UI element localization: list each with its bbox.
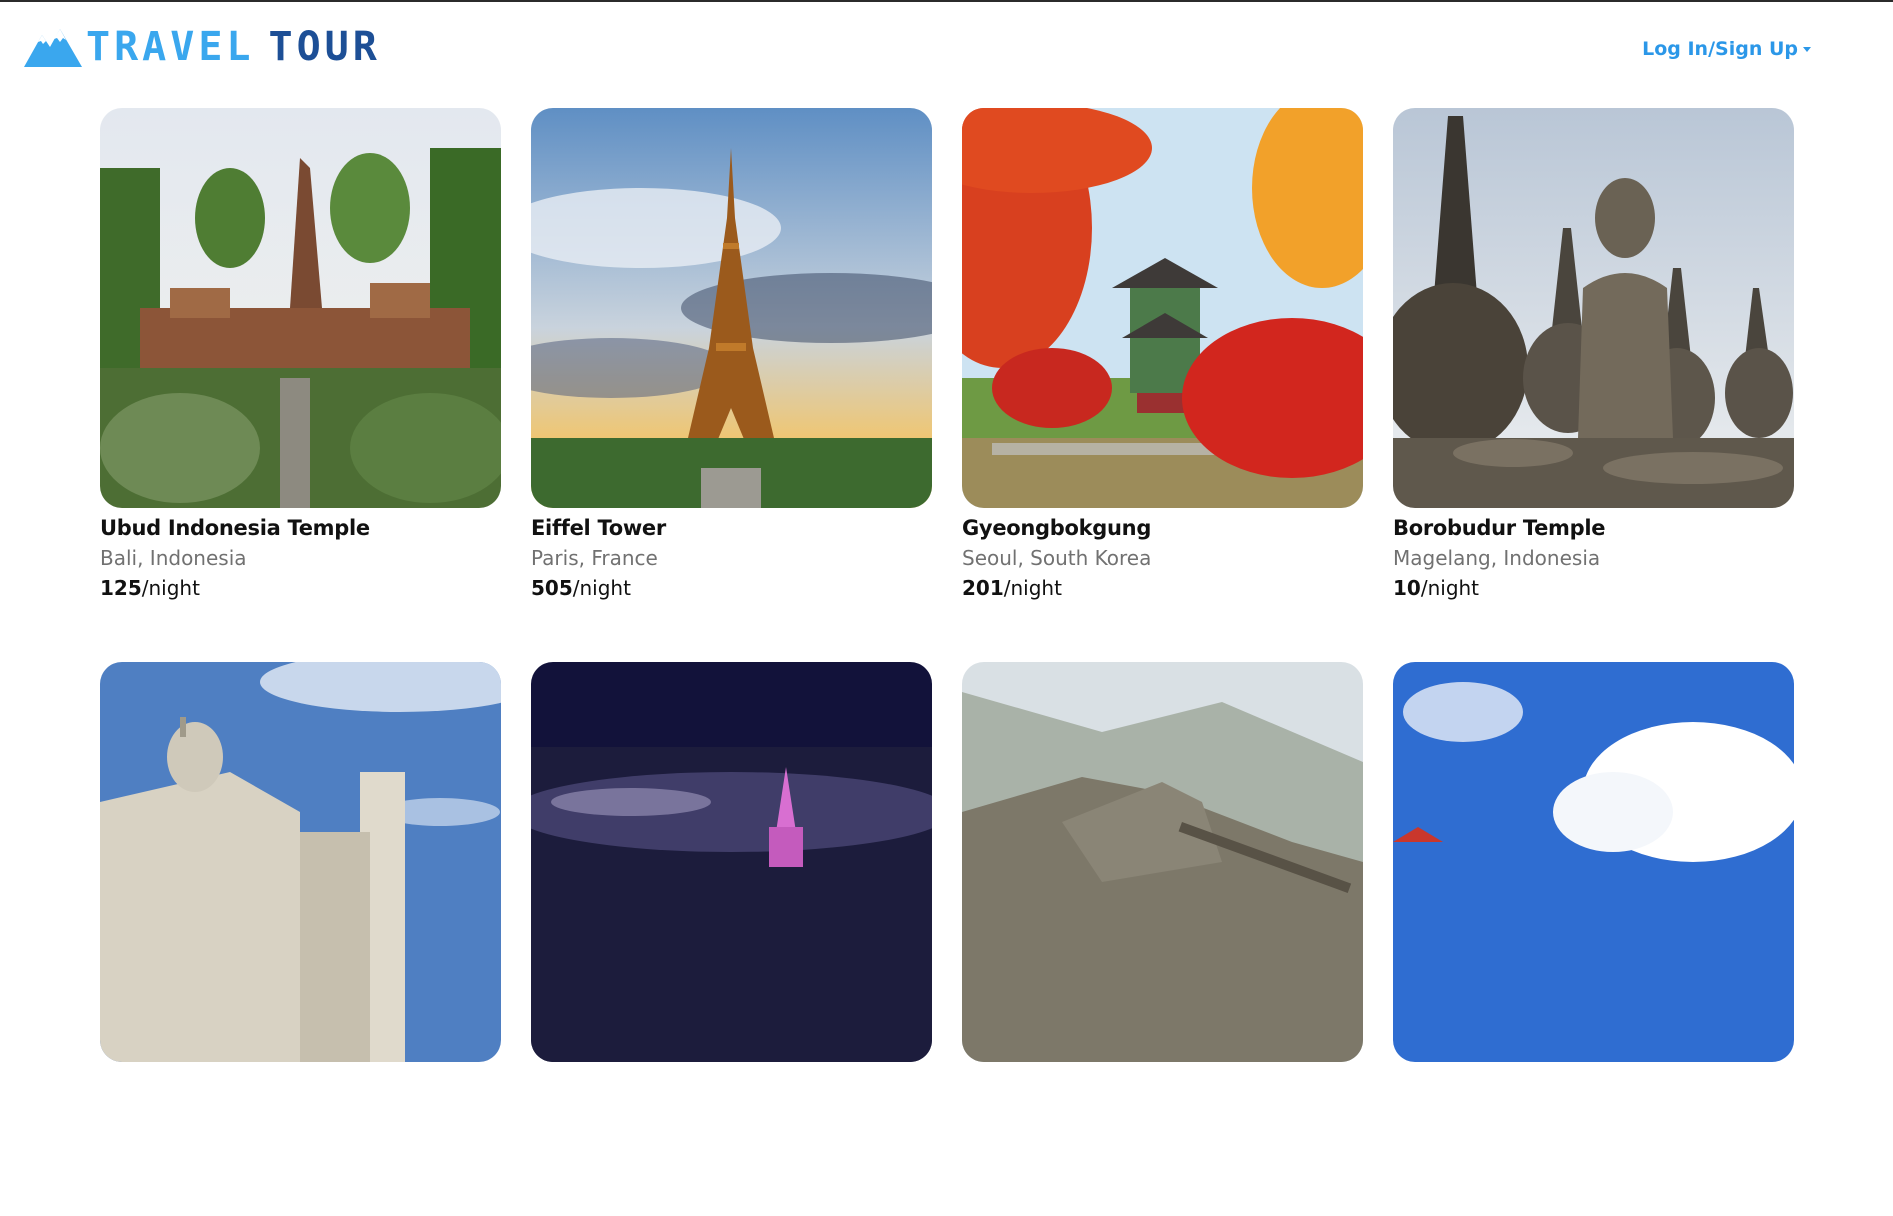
listing-price: 201/night — [962, 573, 1363, 603]
logo-word-travel: TRAVEL — [86, 24, 255, 70]
listing-title[interactable]: Gyeongbokgung — [962, 513, 1363, 543]
listing-image[interactable] — [1393, 662, 1794, 1062]
listing-card[interactable]: Eiffel Tower Paris, France 505/night — [531, 108, 932, 662]
listing-image[interactable] — [962, 662, 1363, 1062]
price-value: 125 — [100, 576, 142, 600]
listing-title[interactable]: Eiffel Tower — [531, 513, 932, 543]
listing-image[interactable] — [531, 108, 932, 508]
mountain-icon — [24, 29, 82, 67]
login-signup-dropdown[interactable]: Log In/Sign Up — [1642, 38, 1811, 60]
listing-location: Bali, Indonesia — [100, 546, 247, 570]
listing-card[interactable]: Ubud Indonesia Temple Bali, Indonesia 12… — [100, 108, 501, 662]
listing-card[interactable]: Borobudur Temple Magelang, Indonesia 10/… — [1393, 108, 1794, 662]
listing-image[interactable] — [1393, 108, 1794, 508]
listing-card[interactable] — [531, 662, 932, 1216]
price-unit: /night — [1420, 576, 1480, 600]
brand-logo[interactable]: TRAVEL TOUR — [24, 27, 381, 67]
listing-price: 505/night — [531, 573, 932, 603]
price-unit: /night — [572, 576, 631, 600]
listing-location: Paris, France — [531, 546, 658, 570]
navbar: TRAVEL TOUR Log In/Sign Up — [0, 2, 1893, 97]
listing-price: 10/night — [1393, 573, 1794, 603]
price-value: 201 — [962, 576, 1004, 600]
price-value: 505 — [531, 576, 573, 600]
caret-down-icon — [1803, 46, 1811, 52]
listing-location: Magelang, Indonesia — [1393, 546, 1601, 570]
listing-image[interactable] — [100, 662, 501, 1062]
listing-title[interactable]: Borobudur Temple — [1393, 513, 1794, 543]
listing-card[interactable] — [1393, 662, 1794, 1216]
listing-title[interactable]: Ubud Indonesia Temple — [100, 513, 501, 543]
listing-image[interactable] — [100, 108, 501, 508]
listing-card[interactable]: Gyeongbokgung Seoul, South Korea 201/nig… — [962, 108, 1363, 662]
listing-grid: Ubud Indonesia Temple Bali, Indonesia 12… — [100, 108, 1794, 1216]
login-signup-label: Log In/Sign Up — [1642, 38, 1798, 60]
logo-word-tour: TOUR — [268, 24, 381, 70]
listing-card[interactable] — [962, 662, 1363, 1216]
price-unit: /night — [1003, 576, 1062, 600]
price-unit: /night — [141, 576, 200, 600]
listing-location: Seoul, South Korea — [962, 546, 1152, 570]
listing-price: 125/night — [100, 573, 501, 603]
listing-image[interactable] — [531, 662, 932, 1062]
listing-image[interactable] — [962, 108, 1363, 508]
listing-card[interactable] — [100, 662, 501, 1216]
price-value: 10 — [1393, 576, 1421, 600]
